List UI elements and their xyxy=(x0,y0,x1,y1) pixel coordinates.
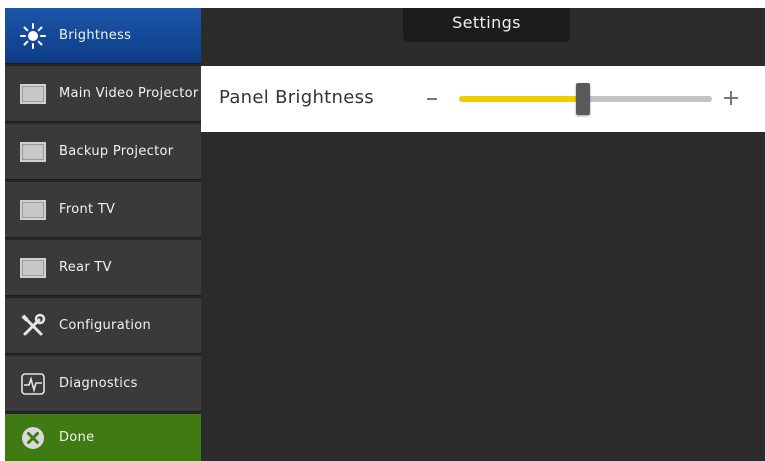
brightness-slider[interactable] xyxy=(459,83,712,115)
sidebar-item-brightness[interactable]: Brightness xyxy=(5,8,201,64)
sidebar-item-label: Done xyxy=(59,430,95,445)
brightness-icon xyxy=(19,22,47,50)
slider-thumb[interactable] xyxy=(575,83,590,115)
sidebar-item-label: Front TV xyxy=(59,202,116,217)
sidebar: Brightness Main Video Projector Backup P… xyxy=(5,8,201,461)
setting-label: Panel Brightness xyxy=(219,87,374,108)
sidebar-item-front-tv[interactable]: Front TV xyxy=(5,182,201,238)
display-icon xyxy=(19,138,47,166)
panel-brightness-row: Panel Brightness xyxy=(201,66,765,132)
sidebar-item-configuration[interactable]: Configuration xyxy=(5,298,201,354)
increase-button[interactable] xyxy=(723,90,739,106)
sidebar-item-main-video-projector[interactable]: Main Video Projector xyxy=(5,66,201,122)
display-icon xyxy=(19,80,47,108)
sidebar-item-label: Main Video Projector xyxy=(59,86,199,101)
decrease-button[interactable] xyxy=(427,98,437,100)
sidebar-item-label: Backup Projector xyxy=(59,144,174,159)
sidebar-item-label: Configuration xyxy=(59,318,152,333)
diagnostics-icon xyxy=(19,370,47,398)
close-circle-icon xyxy=(19,424,47,452)
display-icon xyxy=(19,254,47,282)
sidebar-item-rear-tv[interactable]: Rear TV xyxy=(5,240,201,296)
sidebar-item-label: Brightness xyxy=(59,28,132,43)
done-button[interactable]: Done xyxy=(5,414,201,461)
sidebar-item-label: Diagnostics xyxy=(59,376,138,391)
sidebar-item-diagnostics[interactable]: Diagnostics xyxy=(5,356,201,412)
settings-panel: Brightness Main Video Projector Backup P… xyxy=(5,8,765,461)
display-icon xyxy=(19,196,47,224)
tools-icon xyxy=(19,312,47,340)
slider-fill xyxy=(459,96,583,102)
page-title: Settings xyxy=(403,8,570,42)
sidebar-item-label: Rear TV xyxy=(59,260,112,275)
sidebar-item-backup-projector[interactable]: Backup Projector xyxy=(5,124,201,180)
